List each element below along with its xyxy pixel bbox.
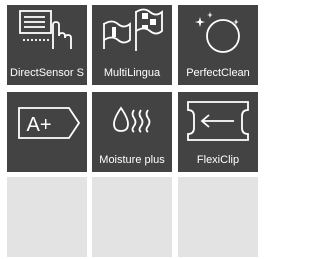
empty-tile bbox=[7, 177, 87, 257]
feature-label-multilingua: MultiLingua bbox=[103, 67, 161, 79]
sparkle-circle-icon bbox=[195, 12, 240, 53]
empty-tile bbox=[92, 177, 172, 257]
feature-tile-multilingua[interactable]: MultiLingua bbox=[92, 5, 172, 85]
moisture-steam-icon bbox=[113, 106, 151, 133]
feature-label-moisture-plus: Moisture plus bbox=[99, 154, 165, 166]
telescopic-runner-icon bbox=[187, 101, 249, 141]
feature-tile-flexiclip[interactable]: FlexiClip bbox=[178, 92, 258, 172]
feature-tile-perfectclean[interactable]: PerfectClean bbox=[178, 5, 258, 85]
feature-tile-directsensor[interactable]: DirectSensor S bbox=[7, 5, 87, 85]
feature-tile-moisture-plus[interactable]: Moisture plus bbox=[92, 92, 172, 172]
feature-label-directsensor: DirectSensor S bbox=[10, 67, 84, 79]
empty-tile bbox=[178, 177, 258, 257]
energy-class-badge-text: A+ bbox=[26, 114, 51, 136]
feature-label-perfectclean: PerfectClean bbox=[186, 67, 250, 79]
directsensor-touch-icon bbox=[19, 10, 72, 49]
feature-icon-grid: DirectSensor S MultiLingua PerfectClean … bbox=[0, 0, 258, 259]
feature-label-flexiclip: FlexiClip bbox=[196, 154, 240, 166]
energy-class-a-plus-icon: A+ bbox=[18, 107, 81, 139]
flags-icon bbox=[103, 8, 163, 51]
feature-tile-energy-class[interactable]: A+ bbox=[7, 92, 87, 172]
